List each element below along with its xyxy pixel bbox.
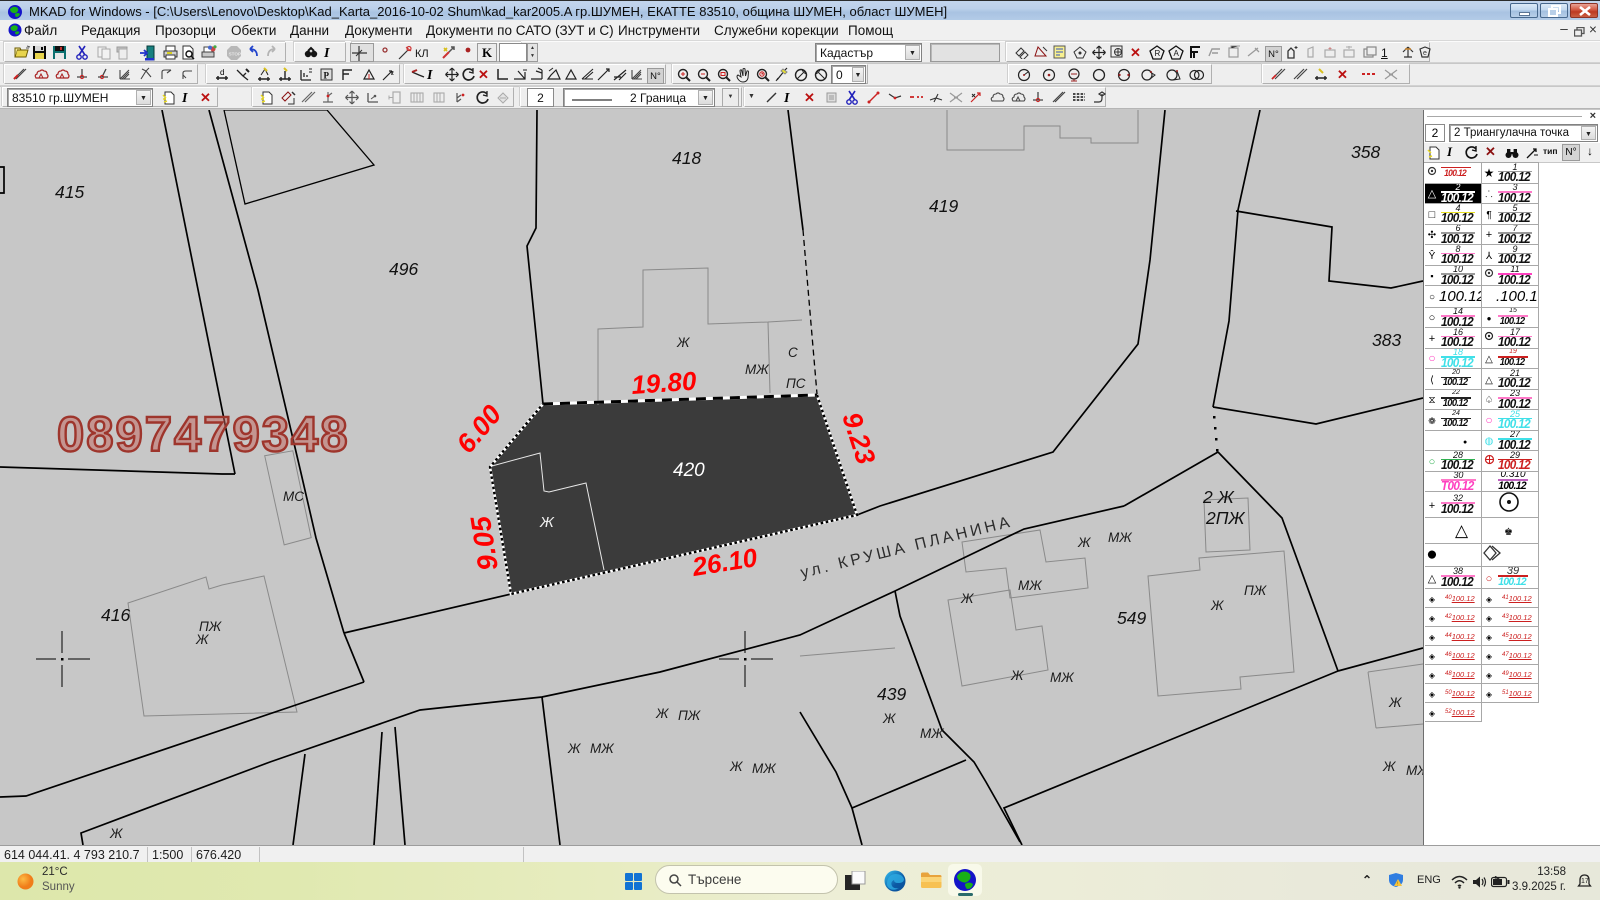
svg-text:Ж: Ж [1388,695,1403,710]
svg-text:415: 415 [55,182,84,202]
svg-text:STOP: STOP [229,52,241,57]
svg-text:Ж: Ж [729,759,744,774]
svg-text:0897479348: 0897479348 [57,408,350,462]
svg-text:МЖ: МЖ [1018,578,1043,593]
svg-text:Ж: Ж [655,706,670,721]
svg-text:Ж: Ж [960,591,975,606]
svg-text:P: P [324,71,330,81]
svg-text:Ж: Ж [1010,668,1025,683]
svg-text:6.00: 6.00 [451,399,508,459]
svg-text:МЖ: МЖ [920,726,945,741]
svg-text:z: z [391,71,394,77]
svg-text:418: 418 [672,148,701,168]
svg-text:19.80: 19.80 [630,365,698,400]
svg-text:439: 439 [877,684,906,704]
svg-text:A: A [1174,49,1180,58]
svg-text:496: 496 [389,259,418,279]
svg-text:Ж: Ж [1382,759,1397,774]
svg-text:!: ! [1397,882,1398,888]
svg-text:549: 549 [1117,608,1146,628]
svg-text:ПС: ПС [786,376,806,391]
svg-text:d: d [220,68,224,77]
svg-text:МЖ: МЖ [1108,530,1133,545]
svg-text:Ж: Ж [882,711,897,726]
svg-text:МС: МС [283,489,304,504]
svg-text:МЖ: МЖ [590,741,615,756]
svg-text:С: С [788,345,798,360]
svg-text:ПЖ: ПЖ [678,708,702,723]
svg-text:416: 416 [101,605,130,625]
svg-text:e: e [1423,50,1427,57]
svg-text:МЖ: МЖ [745,362,770,377]
svg-text:358: 358 [1351,142,1380,162]
svg-text:419: 419 [929,196,958,216]
svg-text:МЖ: МЖ [1406,763,1423,778]
svg-text:17: 17 [1581,878,1589,885]
svg-text:Ж: Ж [1077,535,1092,550]
svg-text:2ПЖ: 2ПЖ [1205,508,1245,528]
svg-text:2 Ж: 2 Ж [1202,487,1235,507]
svg-text:МЖ: МЖ [752,761,777,776]
svg-text:Ж: Ж [195,632,210,647]
svg-text:Ж: Ж [567,741,582,756]
svg-text:Ж: Ж [109,826,124,841]
svg-text:Ж: Ж [539,514,555,531]
svg-text:Ж: Ж [1210,598,1225,613]
svg-text:Ж: Ж [676,335,691,350]
svg-text:420: 420 [673,460,705,481]
svg-text:R: R [1155,49,1161,58]
svg-text:МЖ: МЖ [1050,670,1075,685]
svg-text:9.23: 9.23 [836,409,881,468]
svg-text:ул. КРУША ПЛАНИНА: ул. КРУША ПЛАНИНА [799,513,1015,581]
svg-text:383: 383 [1372,330,1401,350]
svg-text:ПЖ: ПЖ [1244,583,1268,598]
